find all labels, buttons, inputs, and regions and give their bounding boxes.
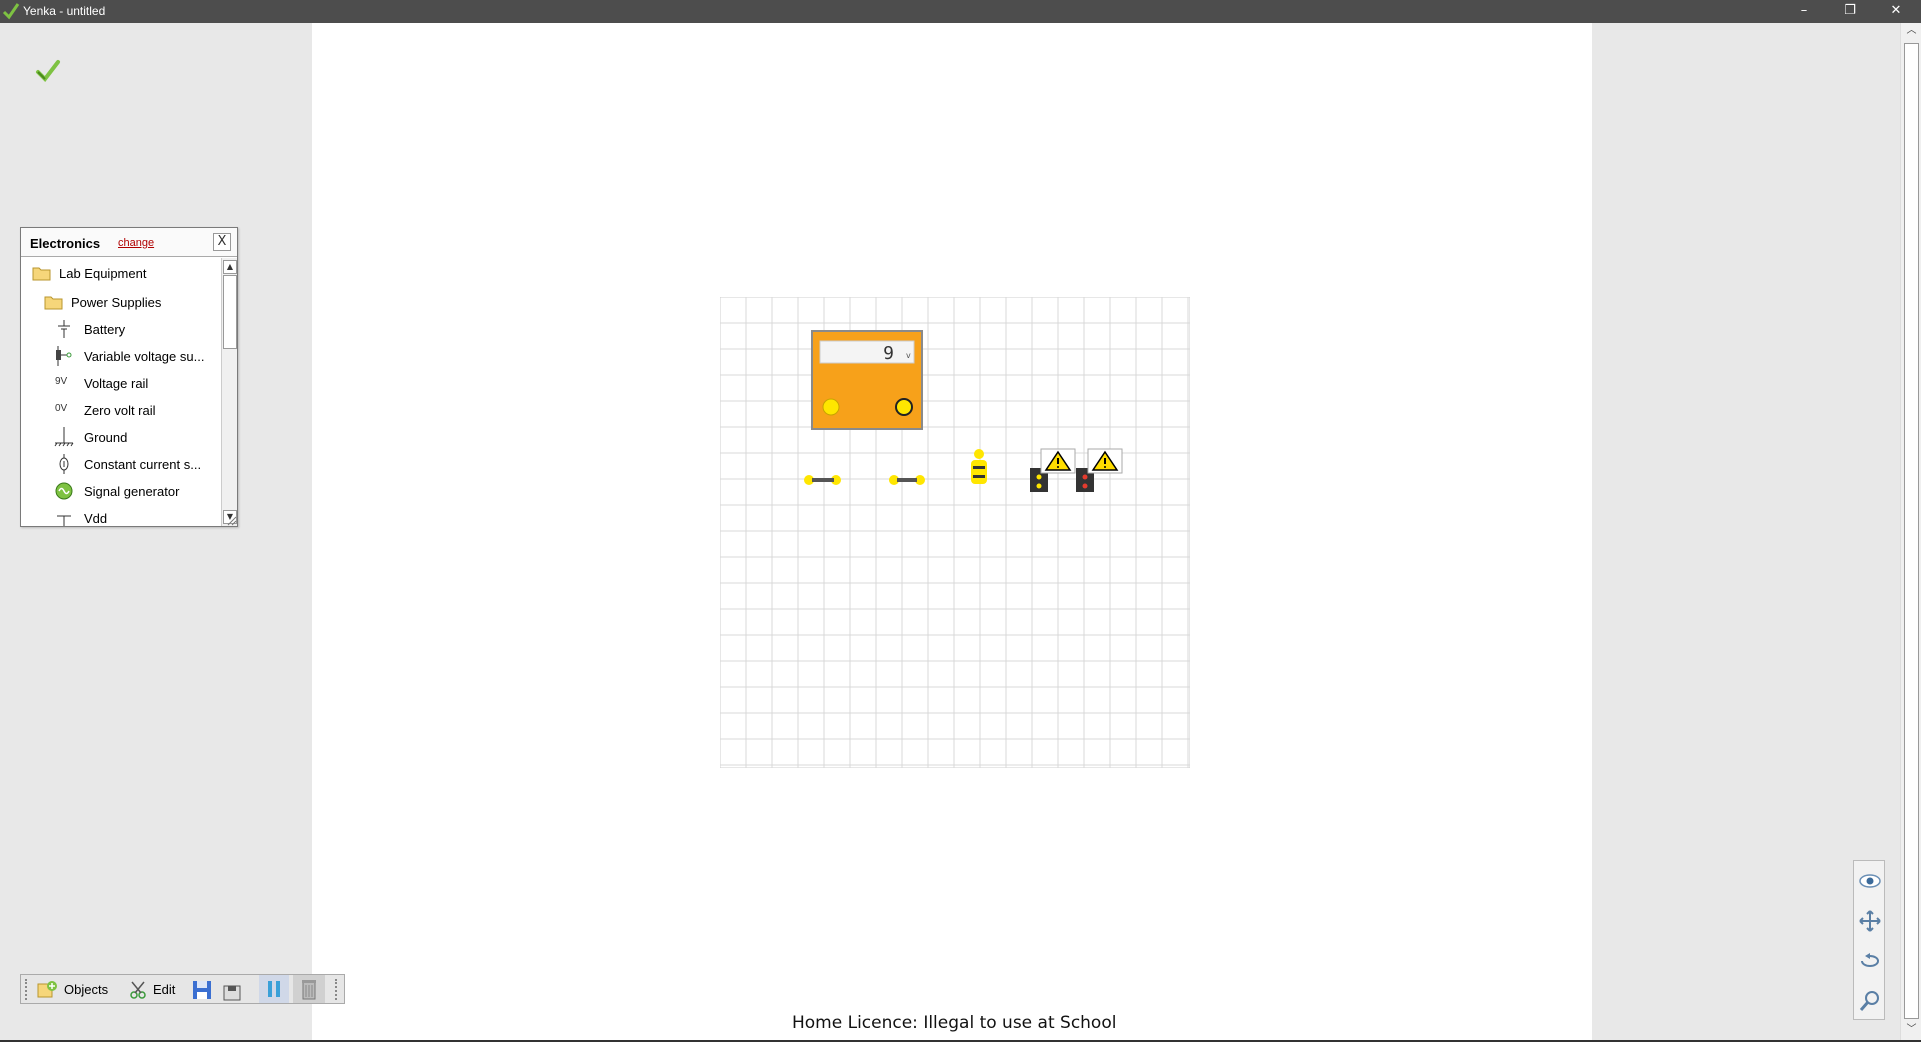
rotate-icon[interactable] [1858, 949, 1882, 973]
library-item-zero-volt-rail[interactable]: 0V Zero volt rail [21, 397, 221, 423]
library-item-label: Power Supplies [71, 295, 162, 310]
library-title: Electronics [30, 236, 101, 251]
signal-generator-icon [55, 482, 73, 500]
yenka-logo-icon[interactable] [34, 56, 62, 84]
variable-supply-symbol-icon [56, 346, 72, 366]
window-titlebar: Yenka - untitled – ❐ ✕ [0, 0, 1921, 23]
main-scrollbar[interactable]: ︿ ﹀ [1900, 23, 1921, 1042]
edit-label: Edit [153, 982, 176, 997]
library-item-variable-voltage[interactable]: Variable voltage su... [21, 343, 221, 369]
library-item-constant-current[interactable]: Constant current s... [21, 451, 221, 477]
library-close-button[interactable]: X [213, 233, 231, 251]
power-supply-unit[interactable]: 9 v [811, 330, 923, 430]
toolbar-grip-end[interactable] [335, 979, 338, 1000]
save-as-icon[interactable] [221, 979, 243, 1001]
library-scrollbar[interactable]: ▲ ▼ [221, 258, 237, 526]
library-item-label: Battery [84, 322, 126, 337]
library-item-label: Lab Equipment [59, 266, 147, 281]
close-window-button[interactable]: ✕ [1874, 0, 1918, 23]
library-item-label: Voltage rail [84, 376, 149, 391]
library-item-label: Vdd [84, 511, 108, 526]
main-scroll-thumb[interactable] [1904, 43, 1919, 1019]
library-item-ground[interactable]: Ground [21, 424, 221, 450]
left-panel [0, 23, 312, 1042]
resize-grip-icon[interactable] [225, 514, 237, 526]
ground-symbol-icon [54, 427, 74, 447]
library-item-voltage-rail[interactable]: 9V Voltage rail [21, 370, 221, 396]
library-item-label: Ground [84, 430, 128, 445]
library-item-power-supplies[interactable]: Power Supplies [21, 289, 221, 315]
library-item-vdd[interactable]: Vdd [21, 505, 221, 526]
zoom-magnifier-icon[interactable] [1858, 989, 1882, 1013]
eye-icon[interactable] [1858, 869, 1882, 893]
edit-button[interactable]: Edit [129, 977, 199, 1002]
library-item-signal-generator[interactable]: Signal generator [21, 478, 221, 504]
library-item-lab-equipment[interactable]: Lab Equipment [21, 260, 221, 286]
library-scroll-thumb[interactable] [223, 275, 237, 349]
licence-text: Home Licence: Illegal to use at School [792, 1013, 1117, 1033]
folder-open-icon [44, 296, 63, 310]
electronics-library-panel: Electronics change X Lab Equipment Power… [20, 227, 238, 527]
library-item-label: Variable voltage su... [84, 349, 205, 364]
current-source-symbol-icon [59, 454, 69, 474]
power-supply-unit-label: v [906, 351, 911, 360]
library-change-link[interactable]: change [118, 237, 154, 249]
save-icon[interactable] [191, 979, 213, 1001]
warning-triangle-icon [1087, 448, 1123, 474]
objects-icon [37, 981, 57, 998]
folder-open-icon [32, 267, 51, 281]
restore-button[interactable]: ❐ [1828, 0, 1872, 23]
scissors-icon [130, 981, 146, 999]
minimize-button[interactable]: – [1782, 0, 1826, 23]
view-tools-panel [1853, 860, 1885, 1020]
power-supply-display: 9 [883, 343, 894, 364]
scroll-down-arrow-icon[interactable]: ﹀ [1904, 1023, 1919, 1038]
scroll-up-arrow-icon[interactable]: ▲ [223, 260, 237, 274]
trash-bin-icon [302, 980, 316, 1000]
library-item-label: Zero volt rail [84, 403, 156, 418]
circuit-grid-board[interactable]: 9 v [720, 297, 1190, 768]
objects-button[interactable]: Objects [37, 977, 123, 1002]
library-item-battery[interactable]: Battery [21, 316, 221, 342]
battery-symbol-icon [58, 320, 70, 338]
toolbar-grip[interactable] [25, 979, 28, 1000]
zero-volt-rail-icon: 0V [55, 403, 68, 414]
voltage-rail-icon: 9V [55, 376, 68, 387]
library-tree: Lab Equipment Power Supplies Battery Var… [21, 258, 221, 526]
library-header: Electronics change X [21, 228, 237, 257]
vdd-symbol-icon [57, 515, 71, 526]
pause-button[interactable] [259, 975, 289, 1003]
yenka-app-icon [2, 3, 20, 20]
scroll-up-arrow-icon[interactable]: ︿ [1904, 24, 1919, 39]
move-pan-icon[interactable] [1858, 909, 1882, 933]
warning-triangle-icon [1040, 448, 1076, 474]
library-item-label: Signal generator [84, 484, 180, 499]
bottom-toolbar: Objects Edit [20, 974, 345, 1004]
window-title: Yenka - untitled [23, 4, 106, 18]
objects-label: Objects [64, 982, 109, 997]
library-item-label: Constant current s... [84, 457, 202, 472]
pause-icon [268, 981, 280, 997]
delete-button[interactable] [293, 975, 325, 1003]
